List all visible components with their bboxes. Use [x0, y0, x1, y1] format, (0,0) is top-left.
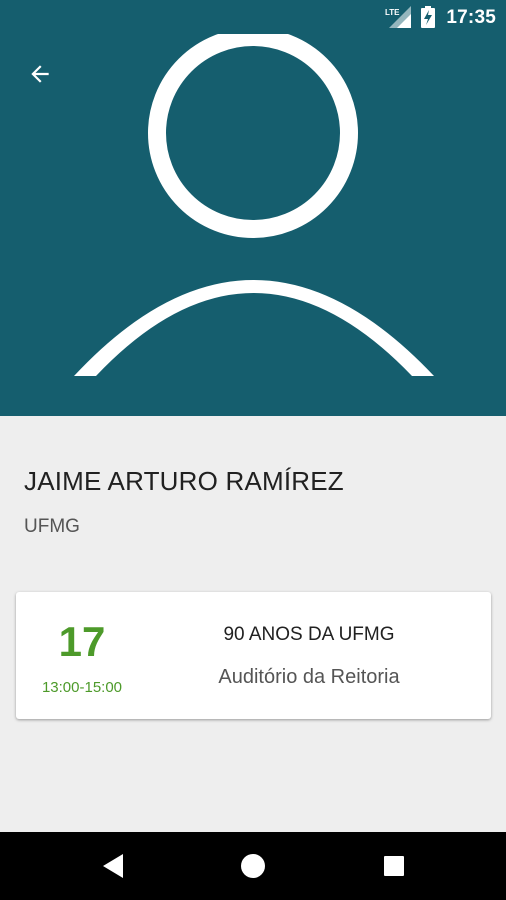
status-bar: LTE 17:35 — [0, 0, 506, 34]
event-day: 17 — [58, 618, 106, 665]
nav-home-button[interactable] — [223, 842, 283, 890]
lte-signal-icon: LTE — [385, 6, 411, 28]
system-navigation-bar — [0, 832, 506, 900]
profile-organization: UFMG — [24, 516, 80, 537]
person-placeholder-icon — [74, 34, 434, 376]
profile-header: LTE 17:35 — [0, 0, 506, 416]
event-time: 13:00-15:00 — [41, 679, 123, 696]
network-type-label: LTE — [385, 8, 400, 17]
event-location: Auditório da Reitoria — [218, 666, 400, 688]
back-triangle-icon — [103, 854, 123, 878]
recents-square-icon — [384, 856, 404, 876]
status-time: 17:35 — [446, 7, 496, 28]
profile-name: JAIME ARTURO RAMÍREZ — [24, 466, 344, 496]
nav-back-button[interactable] — [83, 842, 143, 890]
home-circle-icon — [241, 854, 265, 878]
nav-recents-button[interactable] — [364, 842, 424, 890]
battery-charging-icon — [421, 6, 435, 28]
event-card[interactable]: 17 13:00-15:00 90 ANOS DA UFMG Auditório… — [16, 592, 491, 719]
event-title: 90 ANOS DA UFMG — [223, 624, 395, 645]
